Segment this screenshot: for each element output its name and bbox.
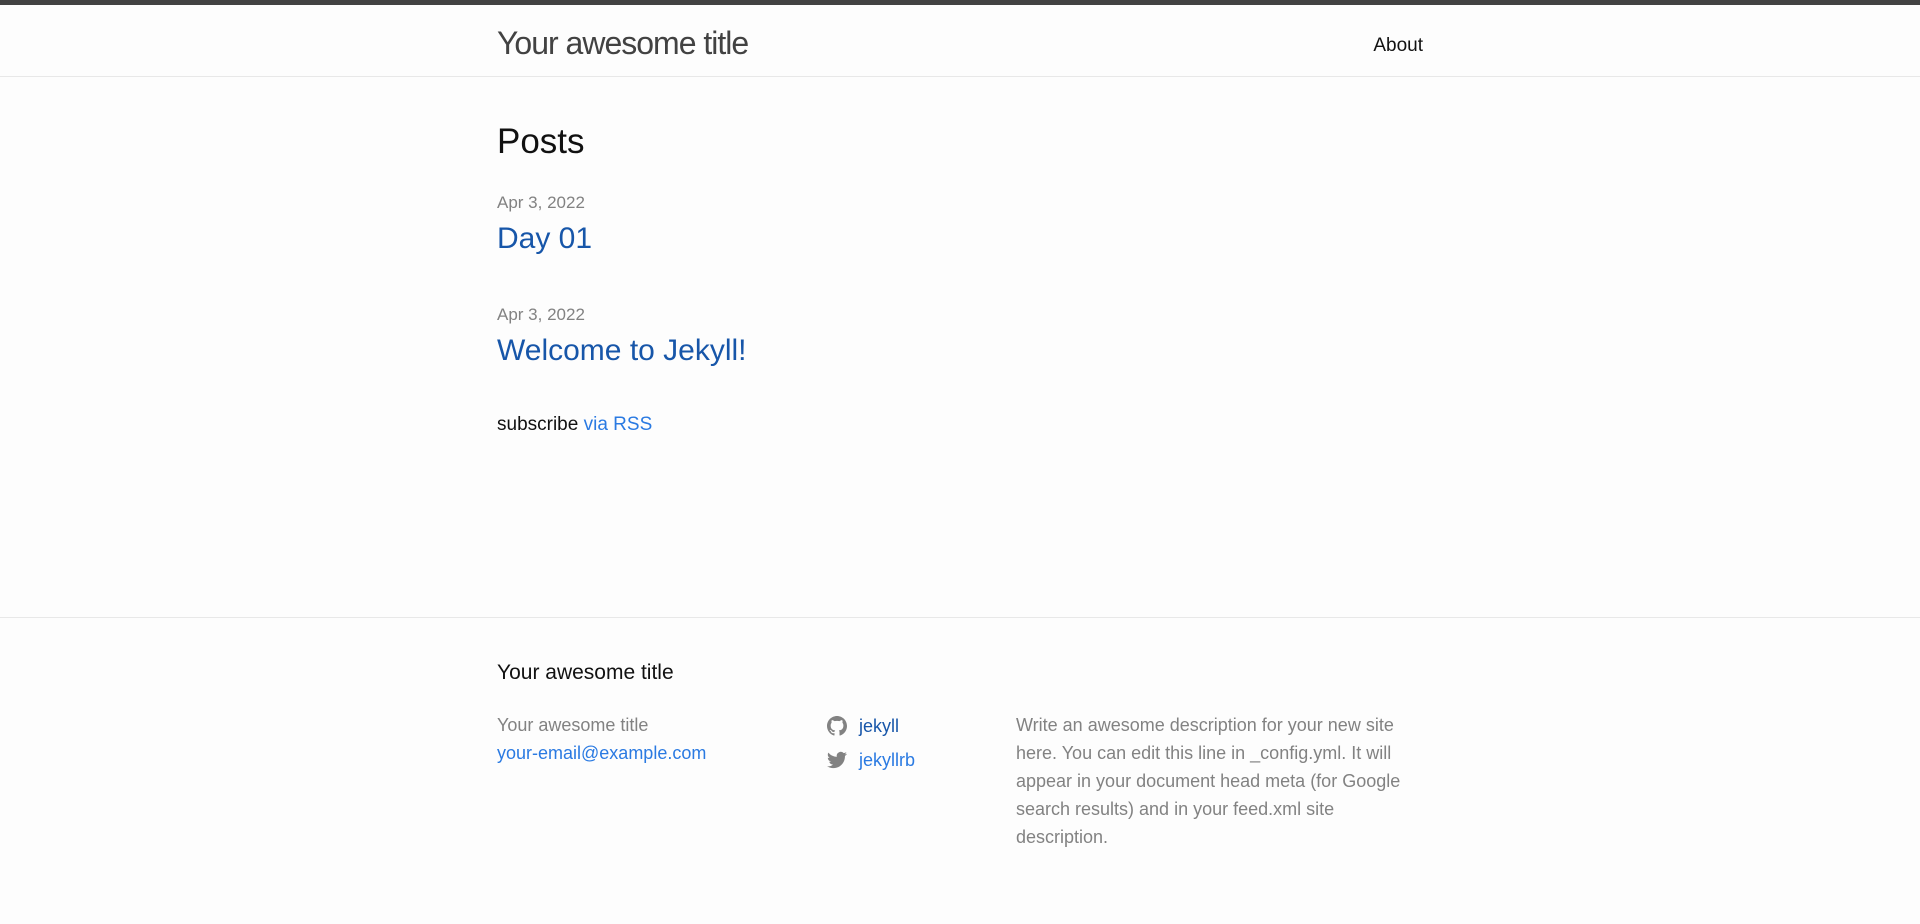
twitter-link[interactable]: jekyllrb [859,750,915,771]
rss-link[interactable]: via RSS [584,414,653,435]
site-footer: Your awesome title Your awesome title yo… [0,617,1920,924]
nav-about-link[interactable]: About [1373,35,1423,57]
footer-social: jekyll jekyllrb [827,709,915,777]
twitter-social-item: jekyllrb [827,743,915,777]
github-icon [827,716,847,736]
post-link-welcome[interactable]: Welcome to Jekyll! [497,334,747,368]
post-link-day-01[interactable]: Day 01 [497,222,592,256]
footer-description: Write an awesome description for your ne… [1016,715,1401,847]
post-date: Apr 3, 2022 [497,305,585,324]
site-title-link[interactable]: Your awesome title [497,25,749,62]
footer-heading: Your awesome title [497,661,674,684]
twitter-icon [827,751,847,769]
github-social-item: jekyll [827,709,915,743]
page-heading: Posts [497,122,585,161]
footer-title-line: Your awesome title [497,715,649,735]
rss-subscribe: subscribe via RSS [497,414,652,436]
footer-contact: Your awesome title your-email@example.co… [497,711,706,767]
post-date: Apr 3, 2022 [497,193,585,212]
footer-email-link[interactable]: your-email@example.com [497,743,706,763]
github-link[interactable]: jekyll [859,716,899,737]
site-header: Your awesome title About [0,5,1920,77]
rss-prefix: subscribe [497,414,579,435]
